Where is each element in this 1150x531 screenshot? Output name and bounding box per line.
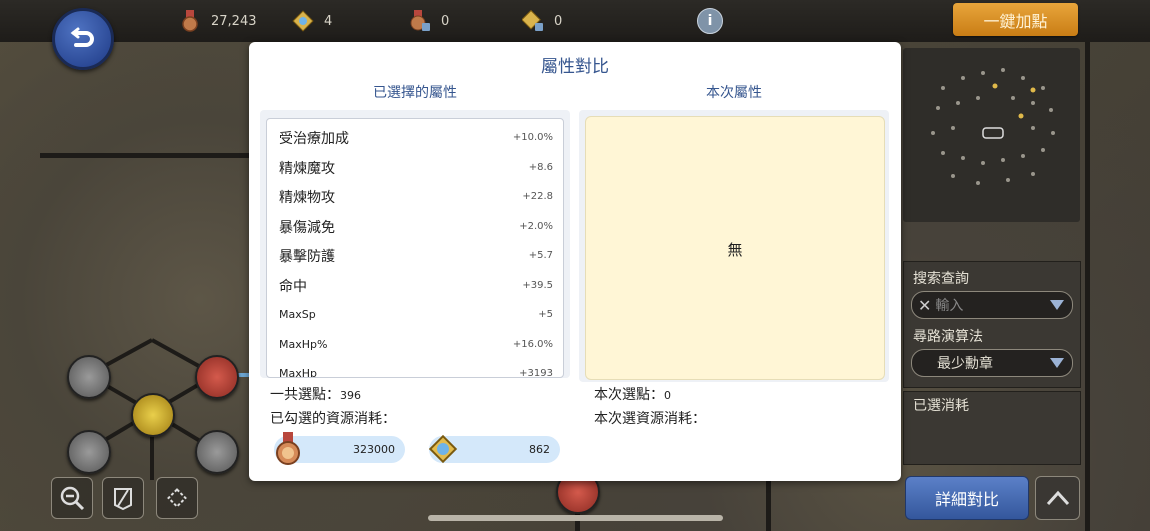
minimap-nodes	[931, 68, 1055, 185]
list-item: MaxHp% +16.0%	[267, 330, 563, 359]
resource-gem: 4	[292, 9, 332, 33]
locked-medal-icon	[410, 10, 430, 31]
map-path	[1085, 40, 1090, 531]
algorithm-value: 最少勳章	[937, 356, 993, 372]
crest-node[interactable]	[195, 430, 239, 474]
attribute-name: 暴傷減免	[279, 220, 335, 236]
zoom-out-button[interactable]	[51, 477, 93, 519]
resource-locked-medal-count: 0	[441, 13, 450, 29]
medal-cost-value: 323000	[353, 443, 395, 456]
slash-shield-icon	[114, 488, 132, 511]
attribute-value: +22.8	[522, 191, 553, 202]
current-points-label: 本次選點：	[594, 387, 664, 403]
attribute-name: MaxHp	[279, 367, 317, 378]
shield-filter-button[interactable]	[102, 477, 144, 519]
list-item: 暴擊防護 +5.7	[267, 241, 563, 270]
attribute-value: +2.0%	[519, 221, 553, 232]
list-item: MaxSp +5	[267, 300, 563, 329]
sword-node[interactable]	[67, 430, 111, 474]
attribute-value: +3193	[519, 368, 553, 378]
chevron-up-icon	[1046, 490, 1069, 506]
gem-cost-pill: 862	[428, 434, 560, 464]
attribute-name: 精煉物攻	[279, 190, 335, 206]
resource-gem-count: 4	[324, 13, 333, 29]
route-icon	[167, 488, 187, 508]
detail-compare-button[interactable]: 詳細對比	[905, 476, 1029, 520]
attribute-compare-dialog: 屬性對比 已選擇的屬性 本次屬性 受治療加成 +10.0% 精煉魔攻 +8.6 …	[249, 42, 901, 481]
current-points: 本次選點：0	[594, 384, 671, 404]
back-button[interactable]	[52, 8, 114, 70]
list-item: 命中 +39.5	[267, 271, 563, 300]
checked-cost-label: 已勾選的資源消耗：	[270, 411, 396, 427]
clear-icon[interactable]: ✕	[918, 296, 931, 315]
search-panel: 搜索查詢 ✕ 輸入 尋路演算法 最少勳章	[903, 261, 1081, 388]
list-item: 受治療加成 +10.0%	[267, 123, 563, 152]
selected-cost-panel: 已選消耗	[903, 391, 1081, 465]
empty-text: 無	[727, 241, 743, 259]
medal-icon	[276, 432, 300, 465]
medal-icon	[182, 10, 198, 32]
total-points-label: 一共選點：	[270, 387, 340, 403]
selected-attributes-list[interactable]: 受治療加成 +10.0% 精煉魔攻 +8.6 精煉物攻 +22.8 暴傷減免 +…	[266, 118, 564, 378]
current-attributes-box: 無	[585, 116, 885, 380]
attribute-value: +8.6	[528, 162, 553, 173]
gem-badge-icon	[428, 434, 458, 464]
attribute-value: +16.0%	[512, 339, 553, 350]
selected-cost-label: 已選消耗	[913, 398, 969, 414]
attribute-name: 受治療加成	[279, 131, 349, 147]
info-icon: i	[707, 13, 713, 29]
resource-locked-gem: 0	[522, 9, 562, 33]
back-arrow-icon	[70, 27, 94, 47]
dropdown-arrow-icon	[1050, 300, 1064, 310]
locked-shield-node[interactable]	[67, 355, 111, 399]
selected-attributes-header: 已選擇的屬性	[373, 85, 457, 101]
attribute-name: MaxSp	[279, 308, 316, 321]
attribute-name: 精煉魔攻	[279, 161, 335, 177]
gold-shield-node[interactable]	[131, 393, 175, 437]
locked-gem-icon	[522, 10, 543, 31]
current-attributes-panel: 無	[579, 110, 889, 382]
current-cost-label: 本次選資源消耗：	[594, 411, 706, 427]
attribute-value: +5.7	[528, 250, 553, 261]
total-points: 一共選點：396	[270, 384, 361, 404]
attribute-value: +5	[538, 309, 553, 320]
attribute-value: +39.5	[522, 280, 553, 291]
current-points-value: 0	[664, 389, 671, 402]
gem-cost-value: 862	[529, 443, 550, 456]
algorithm-select[interactable]: 最少勳章	[911, 349, 1073, 377]
attribute-name: 暴擊防護	[279, 249, 335, 265]
list-item: 暴傷減免 +2.0%	[267, 212, 563, 241]
search-label: 搜索查詢	[913, 271, 969, 287]
one-key-add-points-button[interactable]: 一鍵加點	[953, 3, 1078, 36]
total-points-value: 396	[340, 389, 361, 402]
search-placeholder: 輸入	[935, 298, 964, 314]
medal-cost-pill: 323000	[274, 432, 405, 465]
resource-medal-count: 27,243	[211, 13, 257, 29]
gem-badge-icon	[292, 10, 314, 32]
expand-up-button[interactable]	[1035, 476, 1080, 520]
dropdown-arrow-icon	[1050, 358, 1064, 368]
zoom-out-icon	[60, 486, 85, 511]
info-button[interactable]: i	[697, 8, 723, 34]
resource-medal: 27,243	[179, 9, 257, 33]
dialog-title: 屬性對比	[541, 57, 609, 77]
active-red-node[interactable]	[195, 355, 239, 399]
list-item: MaxHp +3193	[267, 359, 563, 378]
resource-locked-gem-count: 0	[554, 13, 563, 29]
map-path	[40, 153, 250, 158]
list-item: 精煉物攻 +22.8	[267, 182, 563, 211]
home-indicator	[428, 515, 723, 521]
attribute-value: +10.0%	[512, 132, 553, 143]
path-route-button[interactable]	[156, 477, 198, 519]
search-input[interactable]: ✕ 輸入	[911, 291, 1073, 319]
current-attributes-header: 本次屬性	[706, 85, 762, 101]
map-path	[766, 481, 771, 531]
list-item: 精煉魔攻 +8.6	[267, 153, 563, 182]
resource-locked-medal: 0	[409, 9, 449, 33]
algorithm-label: 尋路演算法	[913, 329, 983, 345]
attribute-name: 命中	[279, 279, 307, 295]
selected-attributes-panel: 受治療加成 +10.0% 精煉魔攻 +8.6 精煉物攻 +22.8 暴傷減免 +…	[260, 110, 570, 378]
attribute-name: MaxHp%	[279, 338, 328, 351]
minimap[interactable]	[903, 48, 1080, 222]
